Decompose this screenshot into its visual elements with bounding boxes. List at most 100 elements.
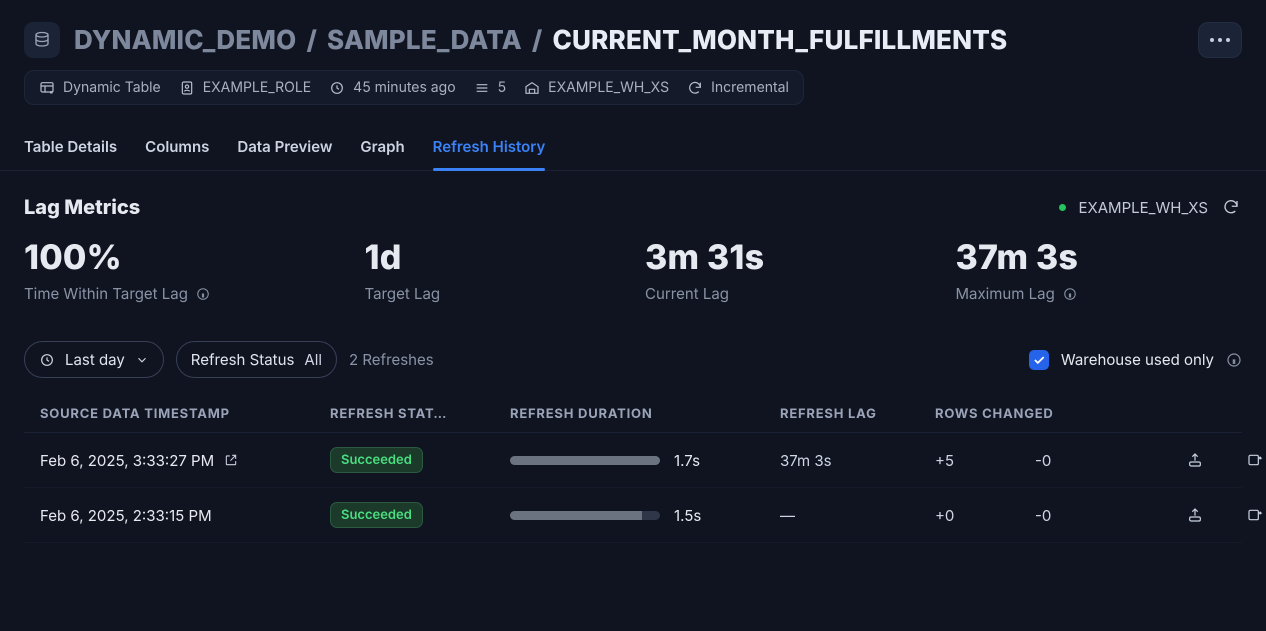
database-icon: [24, 22, 60, 58]
metric-current-lag: 3m 31s Current Lag: [645, 237, 932, 303]
ellipsis-icon: [1210, 38, 1230, 42]
tab-columns[interactable]: Columns: [145, 127, 209, 170]
row-lag: 37m 3s: [780, 451, 935, 470]
dynamic-table-icon: [39, 80, 55, 96]
breadcrumb-sep-1: /: [306, 25, 317, 56]
chips-container: Dynamic Table EXAMPLE_ROLE 45 minutes ag…: [24, 70, 804, 105]
tab-graph[interactable]: Graph: [360, 127, 404, 170]
refresh-button[interactable]: [1220, 196, 1242, 218]
chip-age-text: 45 minutes ago: [353, 79, 455, 96]
row-ts: Feb 6, 2025, 3:33:27 PM: [40, 451, 214, 470]
warehouse-only-label: Warehouse used only: [1061, 350, 1214, 369]
breadcrumb-seg-db[interactable]: DYNAMIC_DEMO: [74, 25, 296, 56]
metric-label: Time Within Target Lag: [24, 284, 188, 303]
page-header: DYNAMIC_DEMO / SAMPLE_DATA / CURRENT_MON…: [0, 0, 1266, 68]
info-icon[interactable]: [1063, 287, 1077, 301]
warehouse-icon: [524, 80, 540, 96]
info-icon[interactable]: [1226, 352, 1242, 368]
info-icon[interactable]: [196, 287, 210, 301]
status-dot-icon: [1059, 204, 1066, 211]
lag-metrics: 100% Time Within Target Lag 1d Target La…: [24, 237, 1242, 303]
time-range-picker[interactable]: Last day: [24, 341, 164, 378]
th-rows-changed[interactable]: ROWS CHANGED: [935, 406, 1165, 422]
tab-refresh-history[interactable]: Refresh History: [433, 127, 546, 170]
refresh-table: SOURCE DATA TIMESTAMP REFRESH STAT… REFR…: [0, 396, 1266, 543]
role-icon: [179, 80, 195, 96]
chevron-down-icon: [135, 353, 149, 367]
chip-refresh-mode-text: Incremental: [711, 79, 789, 96]
status-badge: Succeeded: [330, 502, 423, 528]
breadcrumb-sep-2: /: [532, 25, 543, 56]
row-duration: 1.5s: [510, 506, 780, 525]
tab-table-details[interactable]: Table Details: [24, 127, 117, 170]
refresh-status-filter[interactable]: Refresh Status All: [176, 341, 337, 378]
table-row[interactable]: Feb 6, 2025, 3:33:27 PM Succeeded 1.7s 3…: [24, 433, 1242, 488]
clock-icon: [329, 80, 345, 96]
row-duration-text: 1.5s: [674, 506, 701, 525]
chip-role-text: EXAMPLE_ROLE: [203, 79, 311, 96]
refresh-status-value: All: [304, 350, 322, 369]
row-duration: 1.7s: [510, 451, 780, 470]
table-header: SOURCE DATA TIMESTAMP REFRESH STAT… REFR…: [24, 396, 1242, 433]
row-rows-removed: -0: [1035, 506, 1165, 525]
row-goto-icon[interactable]: [1225, 507, 1266, 523]
metric-value: 1d: [365, 237, 622, 278]
breadcrumb: DYNAMIC_DEMO / SAMPLE_DATA / CURRENT_MON…: [24, 22, 1007, 58]
row-goto-icon[interactable]: [1225, 452, 1266, 468]
metric-target-lag: 1d Target Lag: [335, 237, 622, 303]
chip-warehouse: EXAMPLE_WH_XS: [524, 79, 669, 96]
tabs: Table Details Columns Data Preview Graph…: [0, 117, 1266, 171]
metric-value: 100%: [24, 237, 311, 278]
duration-bar: [510, 511, 660, 520]
metric-label: Current Lag: [645, 284, 729, 303]
th-duration[interactable]: REFRESH DURATION: [510, 406, 780, 422]
chip-refresh-mode: Incremental: [687, 79, 789, 96]
refresh-status-label: Refresh Status: [191, 350, 295, 369]
lag-title: Lag Metrics: [24, 195, 140, 219]
row-upload-icon[interactable]: [1165, 452, 1225, 468]
warehouse-status: EXAMPLE_WH_XS: [1059, 196, 1242, 218]
metric-time-within-target: 100% Time Within Target Lag: [24, 237, 311, 303]
row-lag: —: [780, 506, 935, 525]
metric-label: Target Lag: [365, 284, 441, 303]
metric-label: Maximum Lag: [956, 284, 1055, 303]
chip-rows-text: 5: [498, 79, 507, 96]
breadcrumb-seg-object: CURRENT_MONTH_FULFILLMENTS: [553, 25, 1008, 56]
metric-maximum-lag: 37m 3s Maximum Lag: [956, 237, 1243, 303]
open-in-new-icon[interactable]: [224, 453, 238, 467]
chip-role: EXAMPLE_ROLE: [179, 79, 311, 96]
row-duration-text: 1.7s: [674, 451, 700, 470]
chip-rows: 5: [474, 79, 507, 96]
duration-bar: [510, 456, 660, 465]
chip-dynamic-table-text: Dynamic Table: [63, 79, 161, 96]
row-ts: Feb 6, 2025, 2:33:15 PM: [40, 506, 212, 525]
chip-warehouse-text: EXAMPLE_WH_XS: [548, 79, 669, 96]
table-row[interactable]: Feb 6, 2025, 2:33:15 PM Succeeded 1.5s —…: [24, 488, 1242, 543]
filters-row: Last day Refresh Status All 2 Refreshes …: [0, 341, 1266, 378]
chip-age: 45 minutes ago: [329, 79, 455, 96]
row-rows-added: +5: [935, 451, 1035, 470]
row-upload-icon[interactable]: [1165, 507, 1225, 523]
overflow-menu-button[interactable]: [1198, 22, 1242, 58]
tab-data-preview[interactable]: Data Preview: [237, 127, 332, 170]
row-rows-removed: -0: [1035, 451, 1165, 470]
metric-value: 37m 3s: [956, 237, 1243, 278]
th-status[interactable]: REFRESH STAT…: [330, 406, 510, 422]
object-chips: Dynamic Table EXAMPLE_ROLE 45 minutes ag…: [0, 68, 1266, 117]
lag-section: Lag Metrics EXAMPLE_WH_XS 100% Time With…: [0, 171, 1266, 303]
th-lag[interactable]: REFRESH LAG: [780, 406, 935, 422]
refresh-count: 2 Refreshes: [349, 350, 434, 369]
breadcrumb-path: DYNAMIC_DEMO / SAMPLE_DATA / CURRENT_MON…: [74, 25, 1007, 56]
status-badge: Succeeded: [330, 447, 423, 473]
metric-value: 3m 31s: [645, 237, 932, 278]
time-range-label: Last day: [65, 350, 125, 369]
chip-dynamic-table: Dynamic Table: [39, 79, 161, 96]
refresh-mode-icon: [687, 80, 703, 96]
rows-icon: [474, 80, 490, 96]
th-source-ts[interactable]: SOURCE DATA TIMESTAMP: [40, 406, 330, 422]
clock-icon: [39, 352, 55, 368]
warehouse-status-name: EXAMPLE_WH_XS: [1078, 198, 1208, 217]
breadcrumb-seg-schema[interactable]: SAMPLE_DATA: [327, 25, 522, 56]
warehouse-only-checkbox[interactable]: [1029, 350, 1049, 370]
row-rows-added: +0: [935, 506, 1035, 525]
